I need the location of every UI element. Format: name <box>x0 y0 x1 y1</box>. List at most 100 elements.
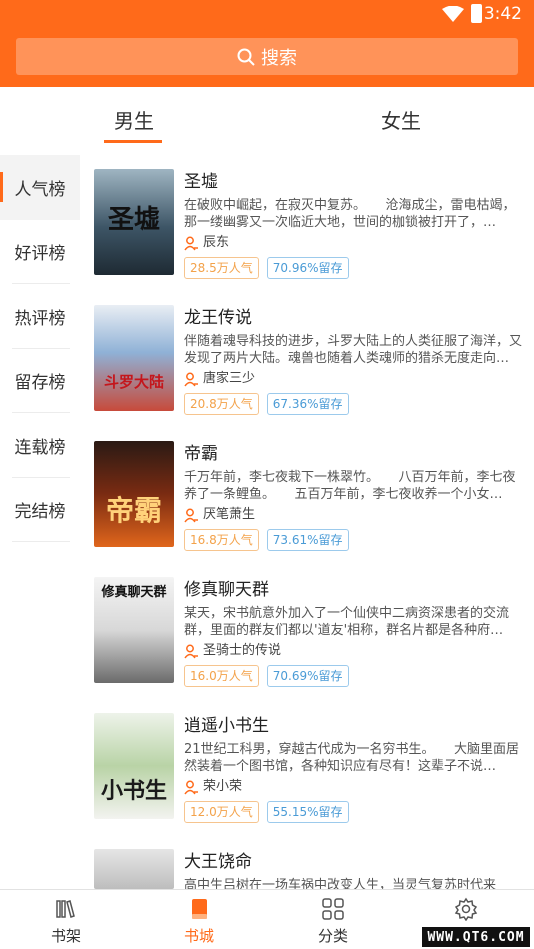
grid-icon <box>322 898 344 920</box>
book-cover: 小书生 <box>94 713 174 819</box>
popularity-badge: 20.8万人气 <box>184 393 259 415</box>
book-item[interactable]: 圣墟 圣墟 在破败中崛起，在寂灭中复苏。 沧海成尘，雷电枯竭，那一缕幽雾又一次临… <box>94 169 526 305</box>
book-description: 在破败中崛起，在寂灭中复苏。 沧海成尘，雷电枯竭，那一缕幽雾又一次临近大地，世间… <box>184 198 516 230</box>
retention-badge: 55.15%留存 <box>266 801 349 823</box>
author-name: 唐家三少 <box>203 371 256 386</box>
nav-label: 分类 <box>317 927 348 945</box>
bookshelf-icon <box>56 900 75 918</box>
popularity-badge: 16.0万人气 <box>184 665 259 687</box>
author-name: 荣小荣 <box>203 779 243 794</box>
book-title: 逍遥小书生 <box>184 716 269 736</box>
rank-tab-retention[interactable]: 留存榜 <box>0 349 80 414</box>
book-tags: 12.0万人气 55.15%留存 <box>184 801 526 823</box>
nav-bookshelf[interactable]: 书架 <box>16 890 116 949</box>
cover-title: 圣墟 <box>107 205 160 235</box>
book-tags: 16.0万人气 70.69%留存 <box>184 665 526 687</box>
rank-tab-label: 人气榜 <box>14 179 66 200</box>
cover-title: 小书生 <box>100 779 167 804</box>
tab-female[interactable]: 女生 <box>381 105 421 134</box>
book-author: 厌笔萧生 <box>184 505 526 525</box>
book-description: 某天，宋书航意外加入了一个仙侠中二病资深患者的交流群，里面的群友们都以'道友'相… <box>184 606 510 638</box>
book-list: 圣墟 圣墟 在破败中崛起，在寂灭中复苏。 沧海成尘，雷电枯竭，那一缕幽雾又一次临… <box>94 169 526 949</box>
gender-tabs: 男生 女生 <box>0 87 534 147</box>
book-tags: 20.8万人气 67.36%留存 <box>184 393 526 415</box>
rank-tab-label: 留存榜 <box>14 373 66 394</box>
book-author: 辰东 <box>184 233 526 253</box>
cover-title: 帝霸 <box>105 494 162 527</box>
book-cover <box>94 849 174 889</box>
popularity-badge: 28.5万人气 <box>184 257 259 279</box>
book-title: 帝霸 <box>184 444 218 464</box>
cover-title: 斗罗大陆 <box>103 373 164 391</box>
book-cover: 斗罗大陆 <box>94 305 174 411</box>
rank-tab-label: 热评榜 <box>14 308 66 329</box>
book-info: 帝霸 千万年前，李七夜栽下一株翠竹。 八百万年前，李七夜养了一条鲤鱼。 五百万年… <box>184 441 526 551</box>
retention-badge: 67.36%留存 <box>266 393 349 415</box>
popularity-badge: 12.0万人气 <box>184 801 259 823</box>
search-input[interactable]: 搜索 <box>16 38 518 75</box>
rank-tab-serial[interactable]: 连载榜 <box>0 413 80 478</box>
book-author: 圣骑士的传说 <box>184 641 526 661</box>
book-item[interactable]: 斗罗大陆 龙王传说 伴随着魂导科技的进步，斗罗大陆上的人类征服了海洋，又发现了两… <box>94 305 526 441</box>
gear-icon <box>454 897 478 921</box>
book-tags: 28.5万人气 70.96%留存 <box>184 257 526 279</box>
rank-tab-comments[interactable]: 热评榜 <box>0 284 80 349</box>
author-icon <box>184 780 198 794</box>
book-description: 伴随着魂导科技的进步，斗罗大陆上的人类征服了海洋，又发现了两片大陆。魂兽也随着人… <box>184 334 523 366</box>
book-info: 修真聊天群 某天，宋书航意外加入了一个仙侠中二病资深患者的交流群，里面的群友们都… <box>184 577 526 687</box>
book-info: 逍遥小书生 21世纪工科男，穿越古代成为一名穷书生。 大脑里面居然装着一个图书馆… <box>184 713 526 823</box>
retention-badge: 73.61%留存 <box>266 529 349 551</box>
search-placeholder: 搜索 <box>261 47 297 69</box>
author-icon <box>184 372 198 386</box>
site-watermark: WWW.QT6.COM <box>422 927 530 947</box>
book-description: 21世纪工科男，穿越古代成为一名穷书生。 大脑里面居然装着一个图书馆，各种知识应… <box>184 742 520 774</box>
book-author: 唐家三少 <box>184 369 526 389</box>
popularity-badge: 16.8万人气 <box>184 529 259 551</box>
book-item[interactable]: 修真聊天群 修真聊天群 某天，宋书航意外加入了一个仙侠中二病资深患者的交流群，里… <box>94 577 526 713</box>
battery-icon <box>471 4 482 23</box>
author-icon <box>184 236 198 250</box>
search-icon <box>237 48 255 66</box>
retention-badge: 70.69%留存 <box>266 665 349 687</box>
book-title: 大王饶命 <box>184 852 252 872</box>
book-tags: 16.8万人气 73.61%留存 <box>184 529 526 551</box>
author-name: 辰东 <box>203 235 230 250</box>
rank-tab-popularity[interactable]: 人气榜 <box>0 155 80 220</box>
book-icon <box>192 899 207 919</box>
rank-tab-label: 连载榜 <box>14 437 66 458</box>
app-header: 3:42 搜索 <box>0 0 534 87</box>
wifi-icon <box>442 6 464 22</box>
book-author: 荣小荣 <box>184 777 526 797</box>
author-name: 厌笔萧生 <box>203 507 256 522</box>
book-item[interactable]: 帝霸 帝霸 千万年前，李七夜栽下一株翠竹。 八百万年前，李七夜养了一条鲤鱼。 五… <box>94 441 526 577</box>
rank-tab-finished[interactable]: 完结榜 <box>0 478 80 543</box>
book-item[interactable]: 小书生 逍遥小书生 21世纪工科男，穿越古代成为一名穷书生。 大脑里面居然装着一… <box>94 713 526 849</box>
rank-tab-rating[interactable]: 好评榜 <box>0 220 80 285</box>
book-info: 龙王传说 伴随着魂导科技的进步，斗罗大陆上的人类征服了海洋，又发现了两片大陆。魂… <box>184 305 526 415</box>
retention-badge: 70.96%留存 <box>266 257 349 279</box>
book-title: 龙王传说 <box>184 308 252 328</box>
nav-category[interactable]: 分类 <box>283 890 383 949</box>
book-description: 千万年前，李七夜栽下一株翠竹。 八百万年前，李七夜养了一条鲤鱼。 五百万年前，李… <box>184 470 516 502</box>
rank-tab-label: 完结榜 <box>14 502 66 523</box>
status-time: 3:42 <box>483 4 522 24</box>
nav-label: 书城 <box>183 927 214 945</box>
nav-label: 书架 <box>50 927 81 945</box>
book-title: 圣墟 <box>184 172 218 192</box>
book-info: 圣墟 在破败中崛起，在寂灭中复苏。 沧海成尘，雷电枯竭，那一缕幽雾又一次临近大地… <box>184 169 526 279</box>
author-icon <box>184 644 198 658</box>
author-name: 圣骑士的传说 <box>203 643 282 658</box>
book-cover: 修真聊天群 <box>94 577 174 683</box>
book-info: 大王饶命 高中生吕树在一场车祸中改变人生，当灵气复苏时代来 <box>184 849 526 894</box>
active-tab-indicator <box>104 140 162 143</box>
book-title: 修真聊天群 <box>184 580 269 600</box>
cover-title: 修真聊天群 <box>101 585 167 600</box>
status-bar: 3:42 <box>0 0 534 30</box>
nav-bookstore[interactable]: 书城 <box>149 890 249 949</box>
author-icon <box>184 508 198 522</box>
rank-tab-label: 好评榜 <box>14 244 66 265</box>
tab-male[interactable]: 男生 <box>114 105 154 134</box>
book-cover: 帝霸 <box>94 441 174 547</box>
rank-sidebar: 人气榜 好评榜 热评榜 留存榜 连载榜 完结榜 <box>0 155 80 542</box>
book-cover: 圣墟 <box>94 169 174 275</box>
